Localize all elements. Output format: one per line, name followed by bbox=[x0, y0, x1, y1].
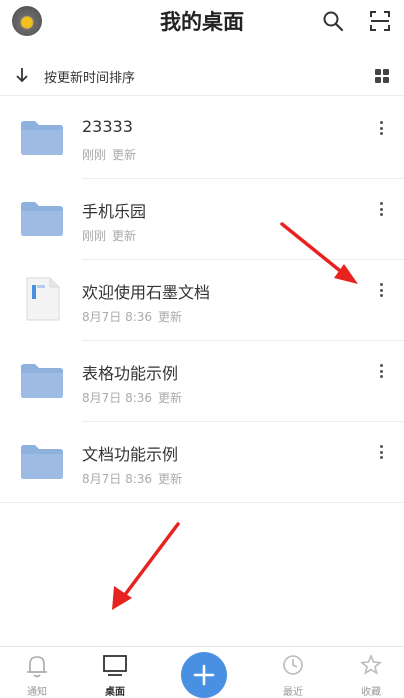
list-item[interactable]: 手机乐园 刚刚 更新 bbox=[0, 179, 404, 260]
app-header: 我的桌面 bbox=[0, 0, 404, 46]
desktop-icon bbox=[103, 655, 127, 676]
bell-icon bbox=[27, 656, 47, 678]
file-action: 更新 bbox=[112, 229, 137, 243]
tab-label: 最近 bbox=[283, 687, 303, 698]
file-action: 更新 bbox=[158, 391, 183, 405]
file-time: 刚刚 bbox=[82, 148, 107, 162]
tab-label: 桌面 bbox=[105, 687, 125, 698]
file-action: 更新 bbox=[112, 148, 137, 162]
more-icon[interactable] bbox=[373, 280, 389, 300]
folder-icon bbox=[21, 202, 63, 236]
list-item[interactable]: 23333 刚刚 更新 bbox=[0, 98, 404, 179]
search-icon bbox=[323, 11, 344, 32]
file-name: 表格功能示例 bbox=[82, 364, 179, 383]
scan-button[interactable] bbox=[367, 8, 393, 34]
annotation-arrow-desktop bbox=[112, 522, 180, 610]
add-button[interactable] bbox=[181, 652, 227, 698]
list-item[interactable]: 欢迎使用石墨文档 8月7日 8:36 更新 bbox=[0, 260, 404, 341]
file-meta: 刚刚 更新 bbox=[82, 227, 136, 244]
file-action: 更新 bbox=[158, 472, 183, 486]
file-action: 更新 bbox=[158, 310, 183, 324]
tab-recent[interactable]: 最近 bbox=[263, 647, 323, 698]
star-icon bbox=[360, 653, 382, 675]
file-time: 8月7日 8:36 bbox=[82, 472, 153, 486]
file-meta: 8月7日 8:36 更新 bbox=[82, 389, 182, 406]
more-icon[interactable] bbox=[373, 442, 389, 462]
file-time: 8月7日 8:36 bbox=[82, 310, 153, 324]
tab-notify[interactable]: 通知 bbox=[7, 647, 67, 698]
file-meta: 8月7日 8:36 更新 bbox=[82, 308, 182, 325]
tab-label: 收藏 bbox=[361, 687, 381, 698]
file-list: 23333 刚刚 更新 手机乐园 刚刚 更新 欢迎使用石墨文档 8月7日 8:36 更… bbox=[0, 98, 404, 503]
more-icon[interactable] bbox=[373, 199, 389, 219]
search-button[interactable] bbox=[320, 8, 346, 34]
file-meta: 8月7日 8:36 更新 bbox=[82, 470, 182, 487]
file-time: 刚刚 bbox=[82, 229, 107, 243]
file-name: 23333 bbox=[82, 117, 133, 136]
folder-icon bbox=[21, 121, 63, 155]
arrow-down-icon[interactable] bbox=[14, 66, 30, 84]
list-item[interactable]: 文档功能示例 8月7日 8:36 更新 bbox=[0, 422, 404, 503]
sort-bar: 按更新时间排序 bbox=[0, 56, 404, 96]
sort-label[interactable]: 按更新时间排序 bbox=[44, 67, 135, 86]
file-name: 欢迎使用石墨文档 bbox=[82, 283, 211, 302]
more-icon[interactable] bbox=[373, 118, 389, 138]
tab-favorites[interactable]: 收藏 bbox=[341, 647, 401, 698]
tab-label: 通知 bbox=[27, 687, 47, 698]
scan-icon bbox=[370, 11, 390, 31]
tab-desktop[interactable]: 桌面 bbox=[85, 647, 145, 698]
more-icon[interactable] bbox=[373, 361, 389, 381]
file-meta: 刚刚 更新 bbox=[82, 146, 136, 163]
file-time: 8月7日 8:36 bbox=[82, 391, 153, 405]
document-icon bbox=[26, 277, 60, 321]
file-name: 文档功能示例 bbox=[82, 445, 179, 464]
clock-icon bbox=[283, 655, 303, 675]
folder-icon bbox=[21, 364, 63, 398]
grid-view-icon[interactable] bbox=[372, 66, 392, 86]
file-name: 手机乐园 bbox=[82, 202, 147, 221]
folder-icon bbox=[21, 445, 63, 479]
plus-icon bbox=[193, 664, 215, 686]
list-item[interactable]: 表格功能示例 8月7日 8:36 更新 bbox=[0, 341, 404, 422]
